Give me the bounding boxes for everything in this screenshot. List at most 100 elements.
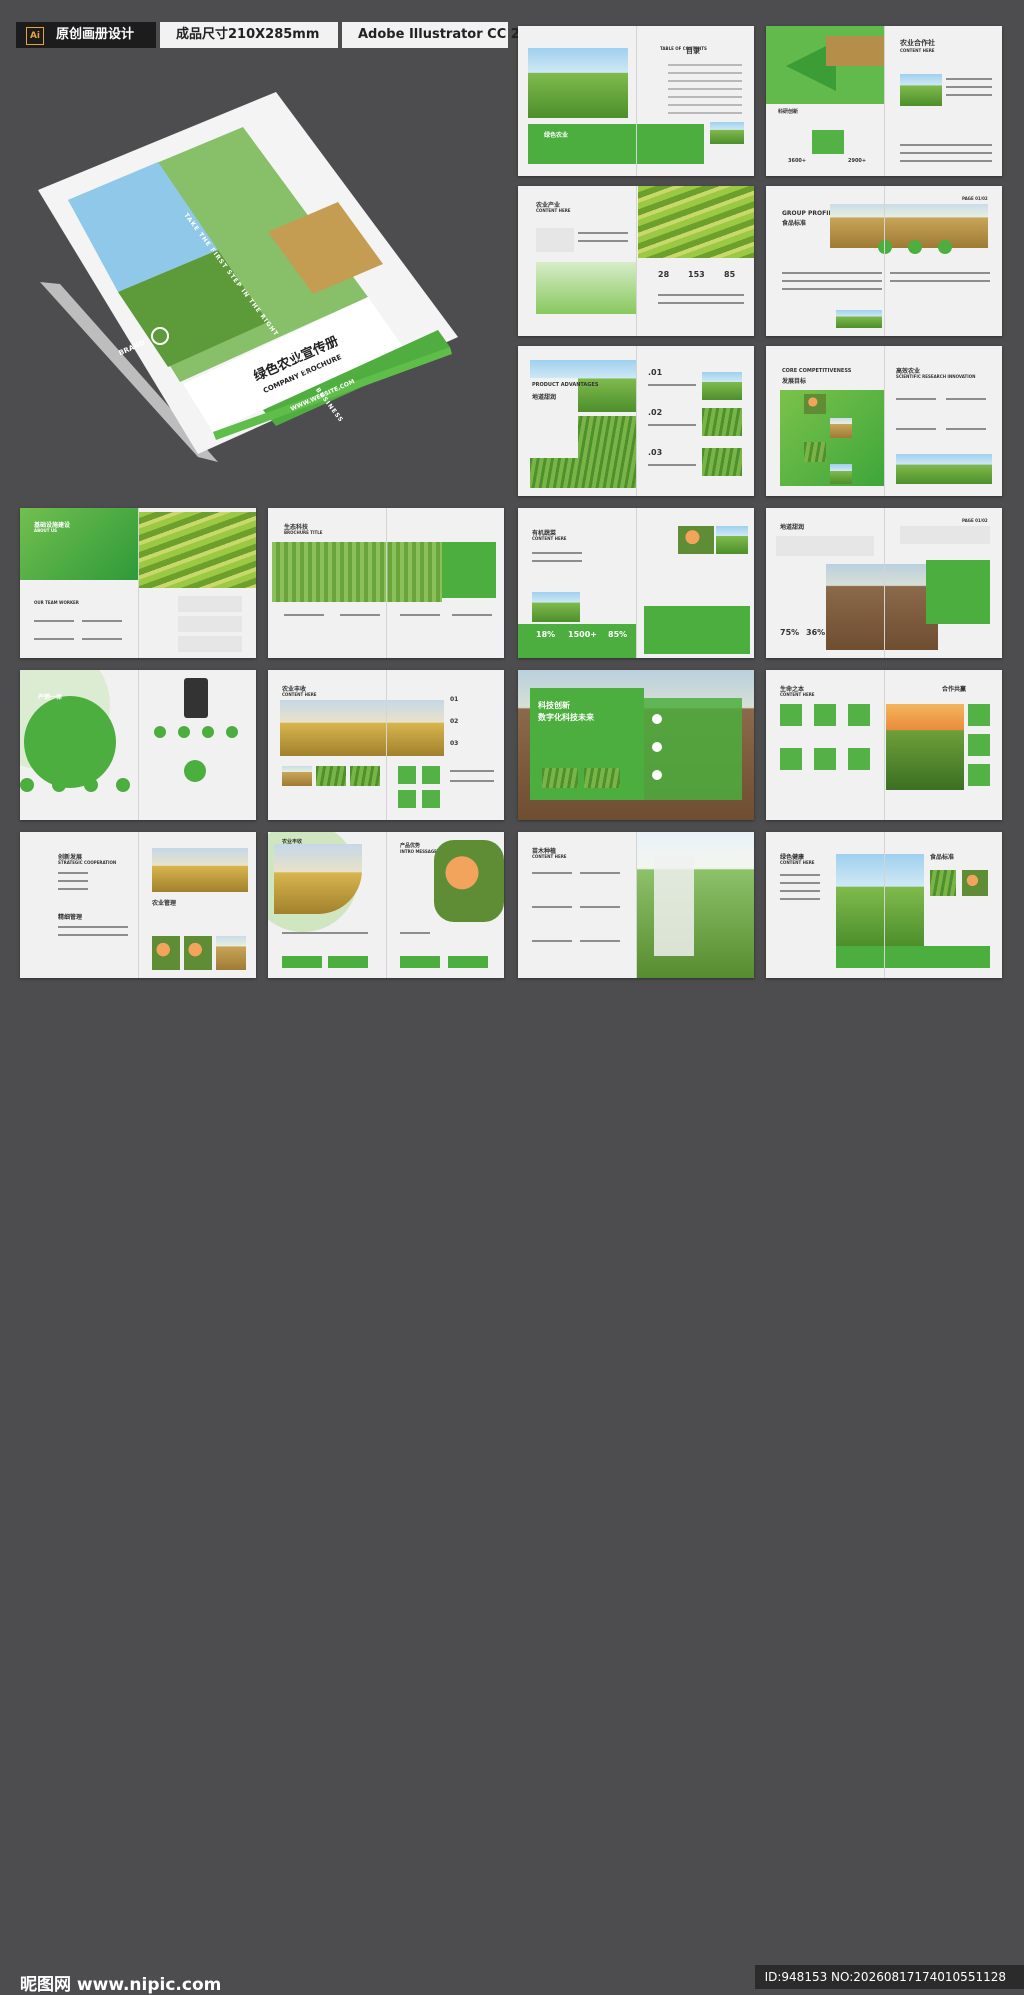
section-subtitle: INTRO MESSAGE bbox=[400, 849, 437, 854]
spread-core-competitiveness: CORE COMPETITIVENESS 发展目标 高效农业 SCIENTIFI… bbox=[766, 346, 1002, 496]
page-subtitle: CONTENT HERE bbox=[536, 208, 571, 213]
spread-cooperative: 农业合作社 CONTENT HERE 科研创新 3600+ 2900+ bbox=[766, 26, 1002, 176]
team-label: OUR TEAM WORKER bbox=[34, 600, 79, 605]
stat-number: 2900+ bbox=[848, 158, 867, 164]
harvester-photo bbox=[280, 700, 444, 756]
item-number: .02 bbox=[648, 408, 663, 417]
section-title: 精细管理 bbox=[58, 914, 83, 921]
feature-title: 科技创新 bbox=[538, 701, 570, 710]
section-title: 产品优势 bbox=[400, 843, 421, 849]
spread-tech-innovation: 科技创新 数字化科技未来 bbox=[518, 670, 754, 820]
image-id: ID:948153 NO:20260817174010551128 bbox=[754, 1965, 1024, 1989]
section-title: 合作共赢 bbox=[942, 686, 967, 693]
spread-industry: 农业产业 CONTENT HERE 28 153 85 bbox=[518, 186, 754, 336]
page-title: PRODUCT ADVANTAGES bbox=[532, 382, 599, 388]
spread-product-advantages: PRODUCT ADVANTAGES 地道甜润 .01 .02 .03 bbox=[518, 346, 754, 496]
page-number: PAGE 01/02 bbox=[962, 518, 988, 523]
green-banner-title: 绿色农业 bbox=[544, 132, 569, 139]
orchard-photo bbox=[528, 48, 628, 118]
spread-life-foundation: 生命之本 CONTENT HERE 合作共赢 bbox=[766, 670, 1002, 820]
small-photo bbox=[702, 408, 742, 436]
item-number: .01 bbox=[648, 368, 663, 377]
small-photo bbox=[702, 372, 742, 400]
page-subtitle: CONTENT HERE bbox=[900, 48, 935, 53]
fruit-photo bbox=[678, 526, 714, 554]
spread-group-profile: GROUP PROFILE 食品标准 PAGE 01/02 bbox=[766, 186, 1002, 336]
small-photo bbox=[316, 766, 346, 786]
terrace-photo bbox=[138, 512, 256, 588]
spread-production-sales: 产销一体 bbox=[20, 670, 256, 820]
small-photo bbox=[216, 936, 246, 970]
page-subtitle: ABOUT US bbox=[34, 528, 58, 533]
small-photo bbox=[184, 936, 212, 970]
page-title: 地道甜润 bbox=[780, 524, 805, 531]
sunset-field-photo bbox=[886, 704, 964, 790]
illustrator-icon: Ai bbox=[26, 27, 44, 45]
section-label: 科研创新 bbox=[778, 109, 799, 115]
stat-number: 18% bbox=[536, 630, 556, 639]
feature-subtitle: 数字化科技未来 bbox=[538, 713, 594, 722]
small-photo bbox=[542, 768, 578, 788]
page-title: CORE COMPETITIVENESS bbox=[782, 368, 852, 374]
image-grid bbox=[780, 390, 884, 486]
spread-toc: 绿色农业 TABLE OF CONTENTS 目录 bbox=[518, 26, 754, 176]
spread-harvest-2: 农业丰收 产品优势 INTRO MESSAGE bbox=[268, 832, 504, 978]
wheat-field-photo bbox=[272, 542, 442, 602]
green-header-block bbox=[20, 508, 138, 580]
page-subtitle: CONTENT HERE bbox=[780, 692, 815, 697]
software-label: Adobe Illustrator CC 2018 bbox=[342, 22, 547, 48]
item-number: 02 bbox=[450, 718, 459, 725]
field-photo bbox=[836, 854, 924, 946]
page-title-cn: 食品标准 bbox=[782, 220, 807, 227]
item-number: 01 bbox=[450, 696, 459, 703]
farmland-photo bbox=[826, 564, 938, 650]
page-subtitle: CONTENT HERE bbox=[282, 692, 317, 697]
spread-sweet: 地道甜润 PAGE 01/02 75% 36% bbox=[766, 508, 1002, 658]
size-label: 成品尺寸210X285mm bbox=[160, 22, 338, 48]
page-title: 农业合作社 bbox=[900, 39, 935, 47]
page-subtitle: STRATEGIC COOPERATION bbox=[58, 860, 117, 865]
spread-nursery: 苗木种植 CONTENT HERE bbox=[518, 832, 754, 978]
small-photo bbox=[282, 766, 312, 786]
small-photo bbox=[350, 766, 380, 786]
spread-harvest: 农业丰收 CONTENT HERE 01 02 03 bbox=[268, 670, 504, 820]
greenhouse-photo bbox=[536, 262, 636, 314]
small-photo bbox=[962, 870, 988, 896]
terrace-photo bbox=[638, 186, 754, 258]
section-title: 食品标准 bbox=[930, 854, 955, 861]
small-photo bbox=[716, 526, 748, 554]
phone-mockup bbox=[184, 678, 208, 718]
stat-number: 1500+ bbox=[568, 630, 597, 639]
spread-eco-tech: 生态科技 BROCHURE TITLE bbox=[268, 508, 504, 658]
green-info-box bbox=[926, 560, 990, 624]
small-photo bbox=[710, 122, 744, 144]
small-photo bbox=[532, 592, 580, 622]
spread-green-health: 绿色健康 CONTENT HERE 食品标准 bbox=[766, 832, 1002, 978]
cover-illustration bbox=[38, 92, 458, 462]
green-info-box bbox=[442, 542, 496, 598]
site-logo[interactable]: 昵图网 www.nipic.com bbox=[20, 1970, 221, 1995]
page-title: 农业丰收 bbox=[282, 839, 303, 845]
page-title-cn: 发展目标 bbox=[782, 378, 807, 385]
spread-innovation: 创新发展 STRATEGIC COOPERATION 精细管理 农业管理 bbox=[20, 832, 256, 978]
page-number: PAGE 01/02 bbox=[962, 196, 988, 201]
page-subtitle: BROCHURE TITLE bbox=[284, 530, 323, 535]
small-photo bbox=[930, 870, 956, 896]
landscape-photo bbox=[896, 454, 992, 484]
harvester-photo bbox=[152, 848, 248, 892]
stat-number: 75% bbox=[780, 628, 800, 637]
page-title: 产销一体 bbox=[38, 694, 63, 701]
green-info-box bbox=[644, 606, 750, 654]
spread-infrastructure: 基础设施建设 ABOUT US OUR TEAM WORKER bbox=[20, 508, 256, 658]
fruit-photo bbox=[434, 840, 504, 922]
small-photo bbox=[584, 768, 620, 788]
small-photo bbox=[900, 74, 942, 106]
small-photo bbox=[836, 310, 882, 328]
stat-number: 3600+ bbox=[788, 158, 807, 164]
page-subtitle: CONTENT HERE bbox=[780, 860, 815, 865]
stat-number: 85% bbox=[608, 630, 628, 639]
page-title-cn: 地道甜润 bbox=[532, 394, 557, 401]
small-photo bbox=[152, 936, 180, 970]
section-subtitle: SCIENTIFIC RESEARCH INNOVATION bbox=[896, 374, 976, 379]
cover-book: BRAND 绿色农业宣传册 COMPANY BROCHURE WWW.WEBSI… bbox=[38, 92, 458, 462]
